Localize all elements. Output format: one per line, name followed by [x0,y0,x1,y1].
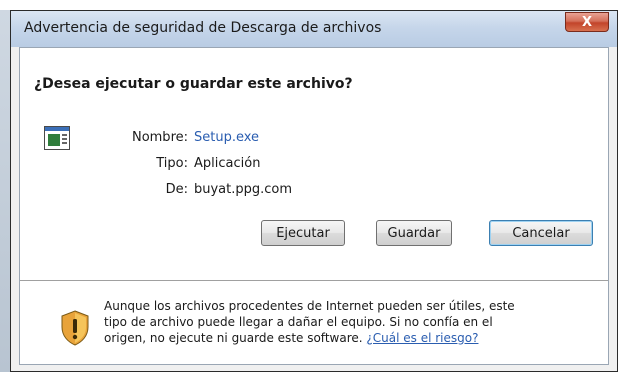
close-icon: X [581,14,593,30]
application-file-icon [44,126,70,150]
security-shield-warning-icon [61,310,89,346]
risk-info-link[interactable]: ¿Cuál es el riesgo? [366,331,478,345]
security-warning-text: Aunque los archivos procedentes de Inter… [104,298,524,346]
dialog-content: ¿Desea ejecutar o guardar este archivo? … [19,47,609,365]
window-title: Advertencia de seguridad de Descarga de … [24,20,382,36]
content-separator [20,280,608,281]
title-bar[interactable]: Advertencia de seguridad de Descarga de … [11,11,617,47]
save-button-label: Guardar [387,225,441,241]
file-type-value: Aplicación [194,156,261,171]
file-name-value[interactable]: Setup.exe [194,130,259,145]
cancel-button[interactable]: Cancelar [489,220,593,246]
file-source-value: buyat.ppg.com [194,182,293,197]
cancel-button-label: Cancelar [512,225,570,241]
dialog-heading: ¿Desea ejecutar o guardar este archivo? [34,76,353,92]
close-button[interactable]: X [565,12,609,32]
file-name-label: Nombre: [131,130,188,145]
save-button[interactable]: Guardar [376,220,452,246]
run-button[interactable]: Ejecutar [261,220,345,246]
file-source-label: De: [165,182,188,197]
desktop-background [0,10,10,372]
file-type-label: Tipo: [156,156,188,171]
run-button-label: Ejecutar [276,225,330,241]
security-warning-dialog: Advertencia de seguridad de Descarga de … [10,10,618,372]
